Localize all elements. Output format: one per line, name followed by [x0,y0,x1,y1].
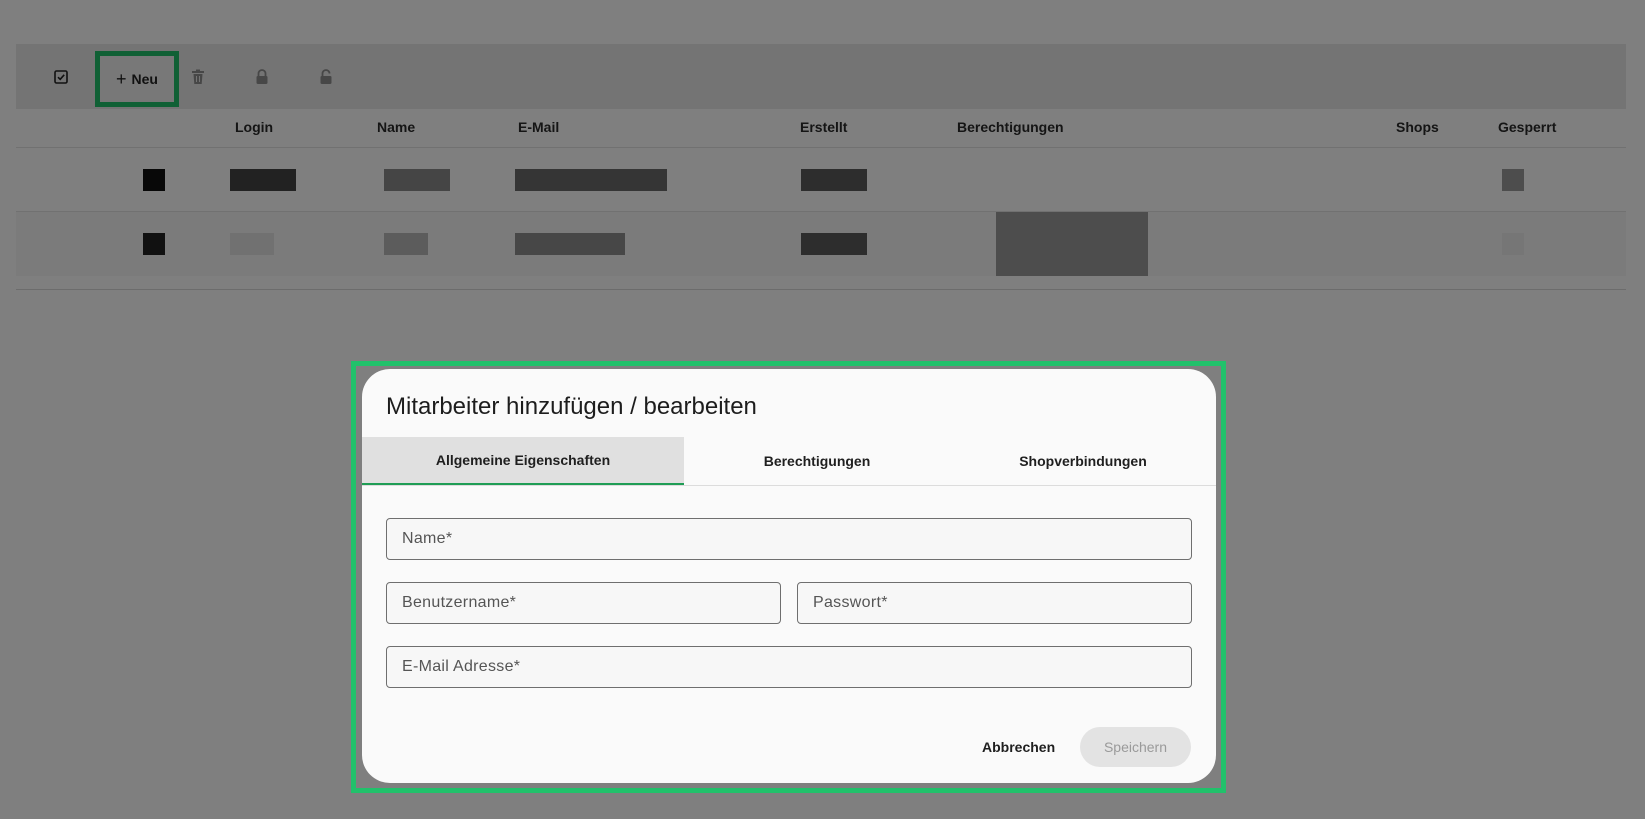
cancel-button[interactable]: Abbrechen [970,727,1067,767]
password-field[interactable] [797,582,1192,624]
name-input[interactable] [387,519,1191,559]
username-input[interactable] [387,583,780,623]
tab-shop-connections[interactable]: Shopverbindungen [950,437,1216,485]
dialog-tabs: Allgemeine Eigenschaften Berechtigungen … [362,437,1216,486]
username-field[interactable] [386,582,781,624]
dialog-title: Mitarbeiter hinzufügen / bearbeiten [386,393,757,420]
password-input[interactable] [798,583,1191,623]
email-input[interactable] [387,647,1191,687]
name-field[interactable] [386,518,1192,560]
tab-permissions[interactable]: Berechtigungen [684,437,950,485]
save-button[interactable]: Speichern [1080,727,1191,767]
email-field[interactable] [386,646,1192,688]
tab-general[interactable]: Allgemeine Eigenschaften [362,437,684,485]
employee-dialog: Mitarbeiter hinzufügen / bearbeiten Allg… [362,369,1216,783]
